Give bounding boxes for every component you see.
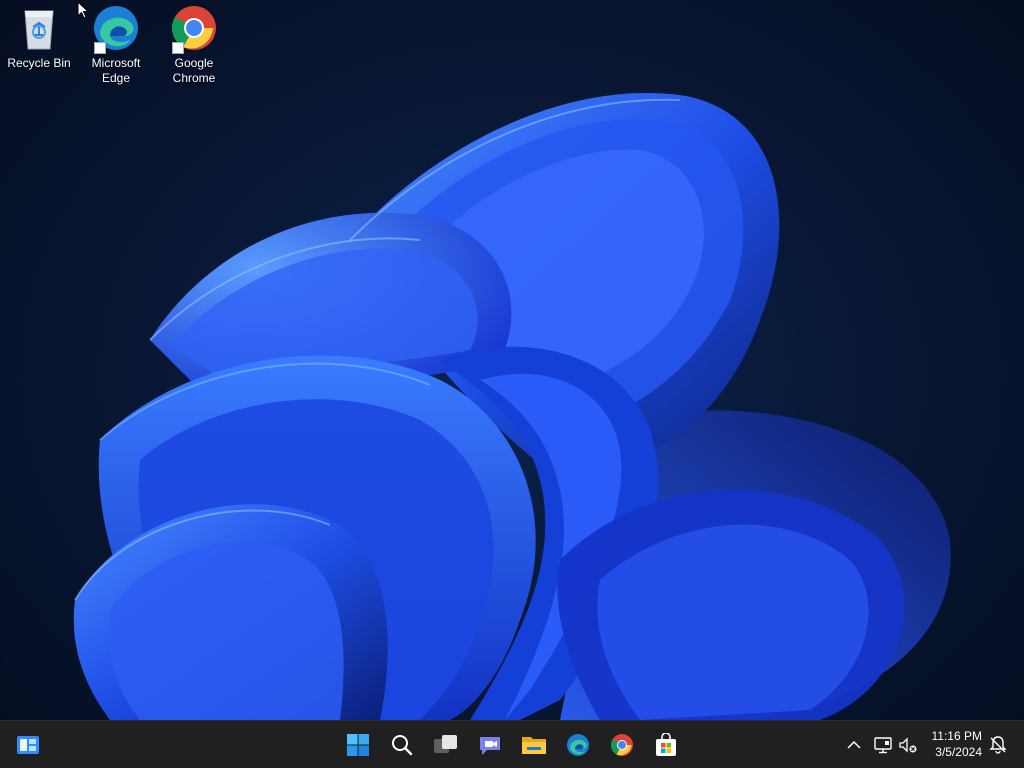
wallpaper-bloom [73, 92, 951, 720]
network-button[interactable] [869, 725, 897, 765]
search-button[interactable] [382, 725, 422, 765]
desktop: Recycle Bin Microsoft Edge Google Chrome [0, 0, 1024, 720]
task-view-button[interactable] [426, 725, 466, 765]
task-view-icon [434, 735, 457, 753]
recycle-bin-icon [15, 2, 63, 54]
chrome-taskbar-button[interactable] [602, 725, 642, 765]
taskbar: 11:16 PM 3/5/2024 [0, 720, 1024, 768]
microsoft-store-icon [656, 733, 676, 756]
edge-taskbar-button[interactable] [558, 725, 598, 765]
show-hidden-icons-button[interactable] [840, 725, 868, 765]
store-button[interactable] [646, 725, 686, 765]
file-explorer-icon [522, 737, 546, 754]
notifications-button[interactable] [984, 725, 1012, 765]
edge-icon [567, 734, 589, 756]
network-icon [874, 737, 892, 754]
windows-start-icon [347, 734, 369, 756]
mouse-cursor-icon [77, 1, 89, 19]
widgets-icon [17, 736, 39, 754]
shortcut-arrow-icon [172, 42, 184, 54]
desktop-icon-label: Google Chrome [172, 56, 216, 85]
chrome-icon [611, 734, 633, 756]
edge-icon [92, 2, 140, 54]
desktop-icon-label: Recycle Bin [7, 56, 71, 70]
shortcut-arrow-icon [94, 42, 106, 54]
teams-chat-icon [480, 737, 500, 755]
widgets-button[interactable] [8, 725, 48, 765]
volume-button[interactable] [895, 725, 921, 765]
volume-muted-icon [899, 737, 917, 753]
clock-date: 3/5/2024 [935, 745, 982, 759]
desktop-icon-google-chrome[interactable]: Google Chrome [156, 2, 232, 86]
clock-time: 11:16 PM [931, 729, 982, 743]
start-button[interactable] [338, 725, 378, 765]
desktop-icon-label: Microsoft Edge [91, 56, 141, 85]
desktop-icon-microsoft-edge[interactable]: Microsoft Edge [78, 2, 154, 86]
clock[interactable]: 11:16 PM 3/5/2024 [920, 728, 982, 760]
notification-icon [989, 736, 1007, 754]
chevron-up-icon [847, 740, 861, 749]
desktop-icon-recycle-bin[interactable]: Recycle Bin [1, 2, 77, 71]
file-explorer-button[interactable] [514, 725, 554, 765]
search-icon [392, 735, 413, 756]
chrome-icon [170, 2, 218, 54]
chat-button[interactable] [470, 725, 510, 765]
